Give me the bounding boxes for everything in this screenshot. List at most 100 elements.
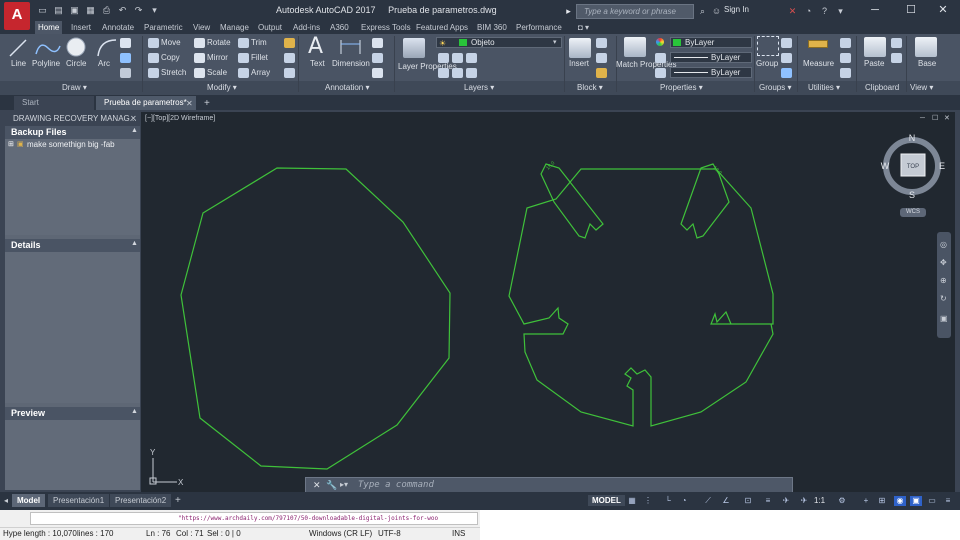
tab-addins[interactable]: Add-ins (293, 21, 320, 34)
tab-presentacion1[interactable]: Presentación1 (48, 494, 110, 507)
hardware-acceleration-icon[interactable]: ▣ (910, 496, 922, 506)
close-tab-icon[interactable]: ✕ (186, 99, 193, 108)
tab-a360[interactable]: A360 (330, 21, 349, 34)
color-dropdown[interactable]: ByLayer (670, 37, 752, 48)
annotation-visibility-icon[interactable]: ✈ (780, 496, 792, 506)
search-input[interactable]: Type a keyword or phrase (576, 4, 694, 19)
paste-button[interactable]: Paste (864, 59, 884, 68)
insert-button[interactable]: Insert (569, 59, 589, 68)
osnap-tracking-icon[interactable]: ∠ (720, 496, 732, 506)
search-icon[interactable]: ⌕ (696, 5, 709, 18)
linetype-dropdown[interactable]: ByLayer (670, 52, 752, 63)
panel-title-utilities[interactable]: Utilities ▾ (808, 83, 840, 92)
isodraft-icon[interactable]: ⟋ (702, 496, 714, 506)
dimension-button[interactable]: Dimension (332, 59, 370, 68)
stay-connected-icon[interactable]: ◔ (802, 5, 815, 18)
lineweight-toggle-icon[interactable]: ≡ (762, 496, 774, 506)
tab-scroll-left-icon[interactable]: ◂ (4, 496, 8, 505)
redo-icon[interactable]: ↷ (132, 4, 145, 17)
orbit-icon[interactable]: ↻ (940, 294, 947, 303)
tab-featured-apps[interactable]: Featured Apps (416, 21, 468, 34)
copy-button[interactable]: Copy (161, 53, 180, 62)
polar-icon[interactable]: ◔ (678, 496, 690, 506)
customization-menu-icon[interactable]: ≡ (942, 496, 954, 506)
cut-icon[interactable] (891, 38, 902, 48)
line-button[interactable]: Line (11, 59, 26, 68)
wcs-menu[interactable]: WCS (900, 208, 926, 217)
annotation-monitor-icon[interactable]: + (860, 496, 872, 506)
autoscale-icon[interactable]: ✈ (798, 496, 810, 506)
ungroup-icon[interactable] (781, 38, 792, 48)
tab-home[interactable]: Home (35, 21, 63, 34)
match-properties-button[interactable]: Match Properties (616, 60, 676, 69)
trim-button[interactable]: Trim (251, 38, 267, 47)
copy-clip-icon[interactable] (891, 53, 902, 63)
help-icon[interactable]: ? (818, 5, 831, 18)
hatch-icon[interactable] (120, 53, 131, 63)
linear-dim-icon[interactable] (372, 38, 383, 48)
panel-title-block[interactable]: Block ▾ (577, 83, 603, 92)
collapse-icon[interactable]: ▲ (131, 127, 138, 134)
tab-parametric[interactable]: Parametric (144, 21, 183, 34)
new-layout-icon[interactable]: + (175, 495, 181, 506)
open-folder-icon[interactable]: ▤ (52, 4, 65, 17)
collapse-icon[interactable]: ▲ (131, 408, 138, 415)
tab-start[interactable]: Start (14, 96, 94, 110)
tab-performance[interactable]: Performance (516, 21, 562, 34)
backup-file-item[interactable]: make somethign big -fab (27, 140, 115, 149)
fillet-button[interactable]: Fillet (251, 53, 268, 62)
panel-title-annotation[interactable]: Annotation ▾ (325, 83, 370, 92)
group-edit-icon[interactable] (781, 53, 792, 63)
compass-w[interactable]: W (881, 161, 890, 171)
drawing-geometry[interactable]: 18.0 18.0 Y X (141, 112, 955, 492)
save-as-icon[interactable]: ▦ (84, 4, 97, 17)
layer-tool-icon[interactable] (466, 53, 477, 63)
stretch-button[interactable]: Stretch (161, 68, 186, 77)
search-expand-icon[interactable]: ▸ (562, 5, 575, 18)
explode-icon[interactable] (284, 53, 295, 63)
layer-properties-button[interactable]: Layer Properties (398, 62, 457, 71)
plot-icon[interactable]: ⎙ (100, 4, 113, 17)
close-button[interactable]: ✕ (926, 0, 960, 21)
workspace-gear-icon[interactable]: ⚙ (836, 496, 848, 506)
grid-icon[interactable]: ▦ (626, 496, 638, 506)
rotate-button[interactable]: Rotate (207, 38, 231, 47)
tab-presentacion2[interactable]: Presentación2 (110, 494, 172, 507)
layer-tool-icon[interactable] (452, 68, 463, 78)
edit-block-icon[interactable] (596, 53, 607, 63)
calculator-icon[interactable] (840, 53, 851, 63)
compass-e[interactable]: E (939, 161, 945, 171)
measure-button[interactable]: Measure (803, 59, 834, 68)
layer-tool-icon[interactable] (452, 53, 463, 63)
collapse-icon[interactable]: ▲ (131, 240, 138, 247)
qat-dropdown-icon[interactable]: ▾ (148, 4, 161, 17)
tab-output[interactable]: Output (258, 21, 282, 34)
tab-annotate[interactable]: Annotate (102, 21, 134, 34)
table-icon[interactable] (372, 68, 383, 78)
zoom-extents-icon[interactable]: ⊕ (940, 276, 947, 285)
text-button[interactable]: Text (310, 59, 325, 68)
expand-node-icon[interactable]: ⊞ (8, 140, 14, 148)
create-block-icon[interactable] (596, 38, 607, 48)
osnap-icon[interactable]: ⊡ (742, 496, 754, 506)
edit-attributes-icon[interactable] (596, 68, 607, 78)
save-icon[interactable]: ▣ (68, 4, 81, 17)
panel-title-properties[interactable]: Properties ▾ (660, 83, 703, 92)
units-icon[interactable]: ⊞ (876, 496, 888, 506)
group-button[interactable]: Group (756, 59, 778, 68)
rectangle-icon[interactable] (120, 38, 131, 48)
signin-button[interactable]: Sign In (724, 5, 749, 14)
erase-icon[interactable] (284, 38, 295, 48)
base-button[interactable]: Base (918, 59, 936, 68)
ortho-icon[interactable]: └ (662, 496, 674, 506)
steering-wheel-icon[interactable]: ◎ (940, 240, 947, 249)
move-button[interactable]: Move (161, 38, 181, 47)
tab-active-drawing[interactable]: Prueba de parametros* (96, 96, 196, 110)
preview-header[interactable]: Preview (5, 407, 140, 420)
quick-select-icon[interactable] (840, 38, 851, 48)
tab-view[interactable]: View (193, 21, 210, 34)
tab-bim360[interactable]: BIM 360 (477, 21, 507, 34)
tab-express-tools[interactable]: Express Tools (361, 21, 411, 34)
panel-title-modify[interactable]: Modify ▾ (207, 83, 237, 92)
command-input[interactable]: Type a command (358, 480, 434, 490)
